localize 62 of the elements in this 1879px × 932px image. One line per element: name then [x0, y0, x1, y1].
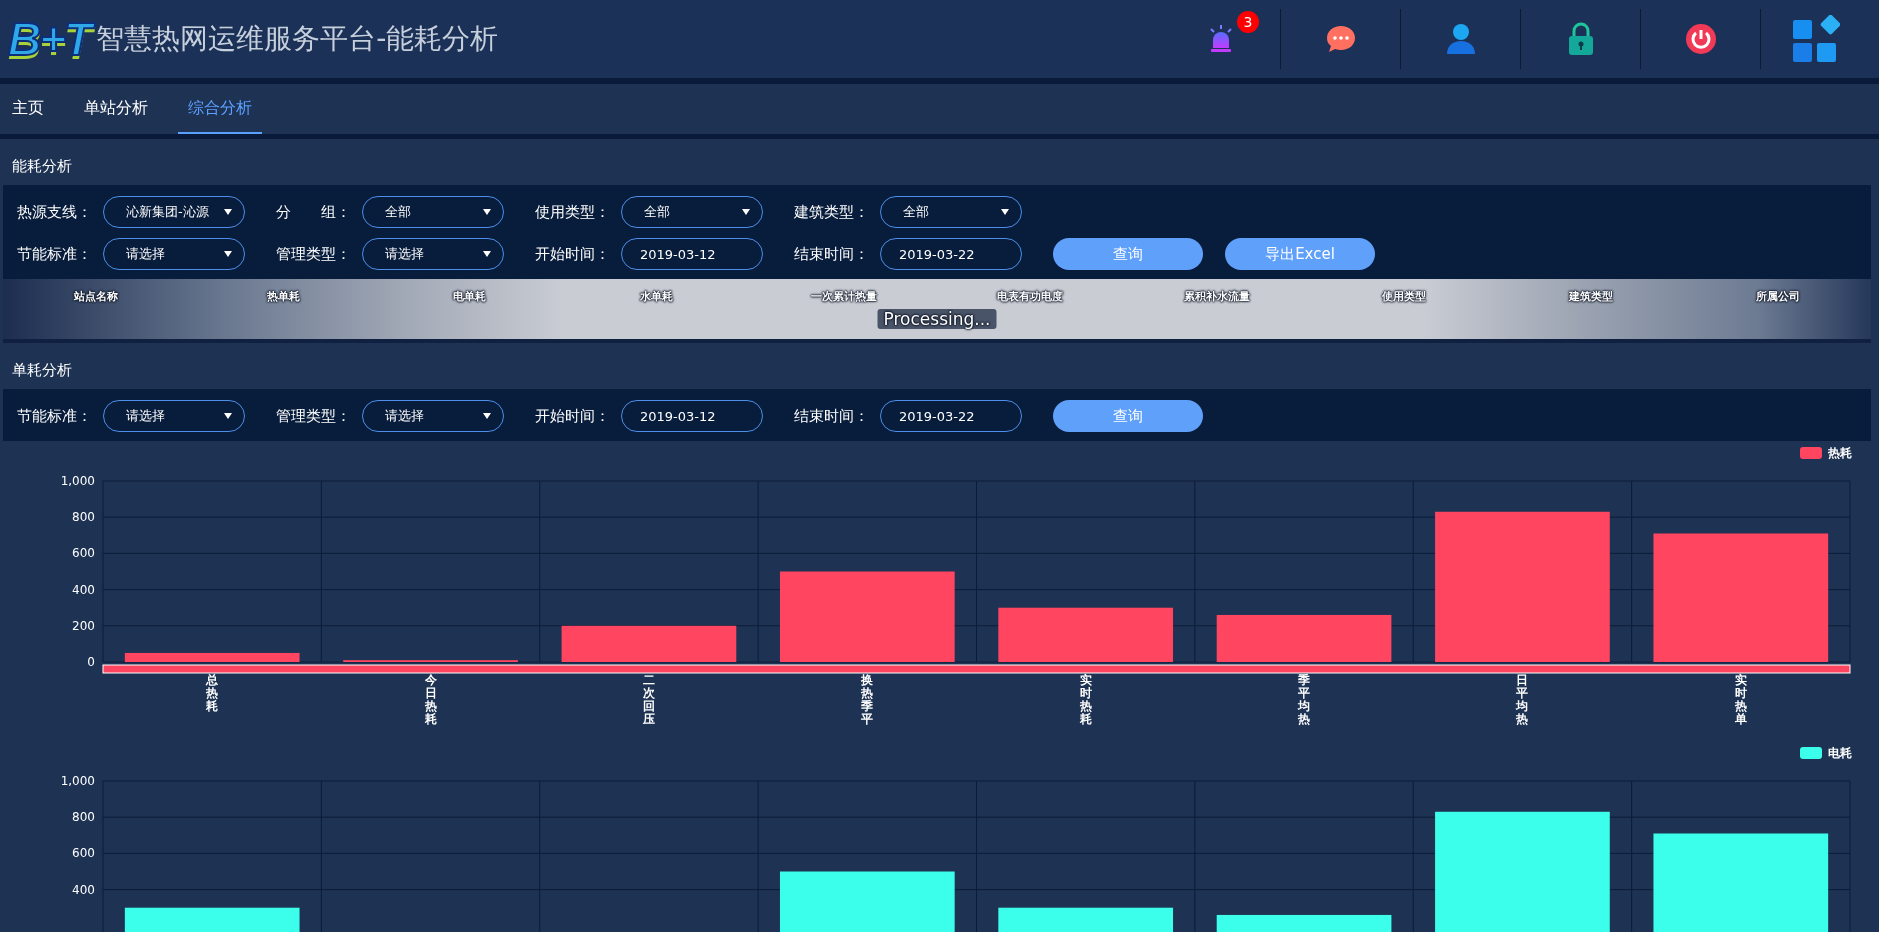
field-label: 分 组：	[276, 202, 352, 222]
field-label: 管理类型：	[276, 244, 352, 264]
axis-category-label: 日平均热	[1516, 673, 1529, 726]
axis-category-label: 今日热耗	[424, 673, 437, 726]
column-header: 所属公司	[1754, 289, 1801, 304]
axis-tick-label: 400	[72, 882, 95, 897]
column-header: 一次累计热量	[809, 289, 879, 304]
column-header: 建筑类型	[1567, 289, 1614, 304]
field-label: 开始时间：	[535, 406, 611, 426]
axis-tick-label: 800	[72, 810, 95, 825]
axis-tick-label: 1,000	[60, 474, 95, 488]
axis-tick-label: 200	[72, 618, 95, 633]
axis-tick-label: 400	[72, 582, 95, 597]
column-header: 热单耗	[265, 289, 301, 304]
zoom-slider[interactable]	[102, 664, 1851, 674]
axis-category-label: 实时热单	[1734, 673, 1747, 726]
nav-tab[interactable]: 主页	[2, 84, 54, 134]
column-header: 电单耗	[452, 289, 488, 304]
processing-text: Processing...	[877, 309, 997, 329]
column-header: 电表有功电度	[995, 289, 1065, 304]
column-header: 使用类型	[1380, 289, 1428, 304]
lock-icon[interactable]	[1566, 22, 1595, 56]
caret-icon	[224, 209, 232, 215]
caret-icon	[483, 209, 491, 215]
field-label: 节能标准：	[17, 406, 93, 426]
user-icon[interactable]	[1445, 23, 1476, 55]
caret-icon	[224, 251, 232, 257]
axis-category-label: 总热耗	[206, 673, 219, 713]
apps-grid-icon[interactable]	[1792, 15, 1840, 63]
field-label: 结束时间：	[794, 244, 870, 264]
caret-icon	[742, 209, 750, 215]
column-header: 站点名称	[73, 289, 120, 304]
field-label: 节能标准：	[17, 244, 93, 264]
section-title: 单耗分析	[11, 360, 73, 381]
field-label: 结束时间：	[794, 406, 870, 426]
axis-category-label: 季平均热	[1298, 673, 1311, 726]
caret-icon	[483, 251, 491, 257]
axis-category-label: 换热季平	[861, 673, 874, 726]
caret-icon	[1001, 209, 1009, 215]
legend-label: 热耗	[1828, 446, 1852, 460]
field-label: 使用类型：	[535, 202, 611, 222]
caret-icon	[483, 413, 491, 419]
field-label: 建筑类型：	[794, 202, 870, 222]
power-icon[interactable]	[1684, 23, 1717, 55]
caret-icon	[224, 413, 232, 419]
axis-tick-label: 0	[87, 655, 95, 669]
nav-tab[interactable]: 单站分析	[74, 84, 158, 134]
column-header: 累积补水流量	[1182, 289, 1252, 304]
axis-category-label: 二次回压	[642, 673, 655, 726]
field-label: 开始时间：	[535, 244, 611, 264]
axis-tick-label: 600	[72, 546, 95, 561]
axis-tick-label: 600	[72, 846, 95, 861]
field-label: 管理类型：	[276, 406, 352, 426]
legend-label: 电耗	[1828, 746, 1852, 760]
notification-badge: 3	[1237, 11, 1259, 33]
axis-tick-label: 800	[72, 510, 95, 525]
axis-category-label: 实时热耗	[1079, 673, 1092, 726]
app-title: 智慧热网运维服务平台-能耗分析	[96, 21, 499, 57]
section-title: 能耗分析	[11, 156, 73, 177]
column-header: 水单耗	[638, 289, 675, 304]
axis-tick-label: 1,000	[60, 774, 95, 788]
field-label: 热源支线：	[17, 202, 93, 222]
